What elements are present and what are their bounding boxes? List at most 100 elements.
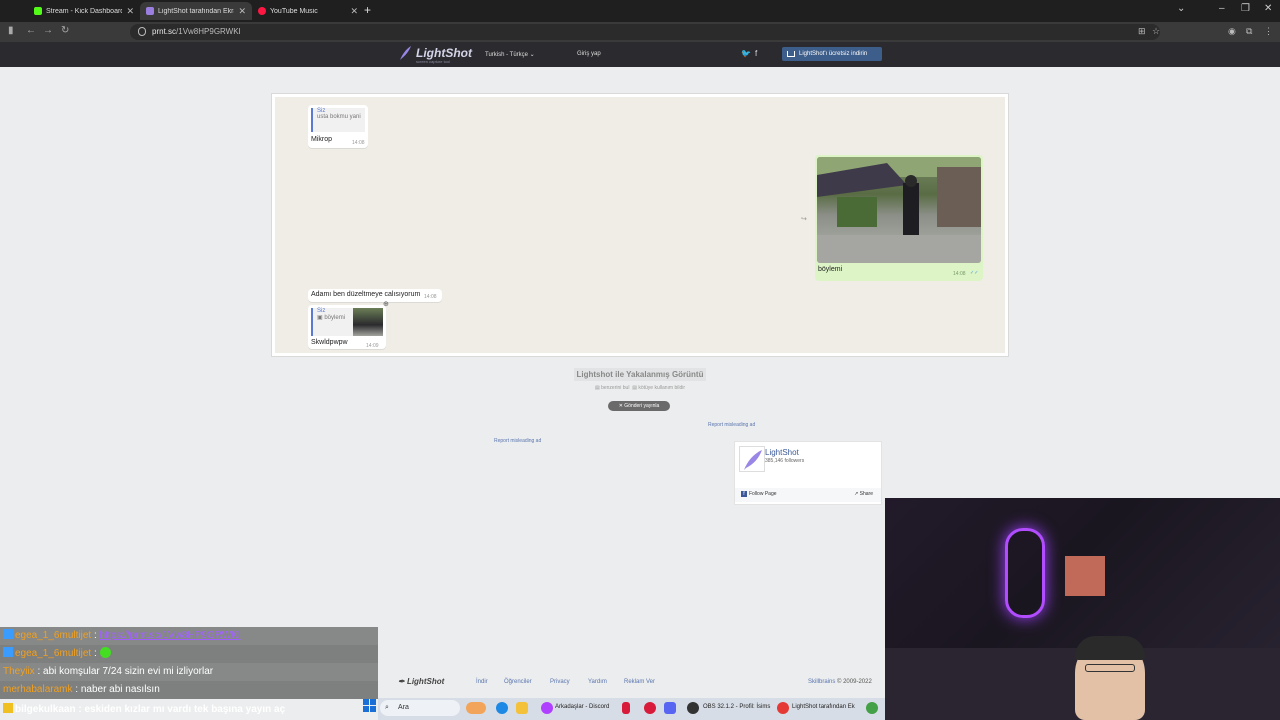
chat-username: merhabalaramk <box>3 684 73 695</box>
chat-message: Theyiix : abi komşular 7/24 sizin evi mi… <box>0 663 378 681</box>
tweet-button[interactable]: ✕ Gönderi yayınla <box>608 401 670 411</box>
fb-page-name[interactable]: LightShot <box>765 448 799 457</box>
footer-link-privacy[interactable]: Privacy <box>550 679 570 685</box>
file-explorer-icon[interactable] <box>516 702 528 714</box>
close-icon[interactable]: ✕ <box>238 6 246 17</box>
discord-icon[interactable] <box>664 702 676 714</box>
emote-icon <box>99 647 111 658</box>
fb-followers: 385,146 followers <box>765 458 805 464</box>
url-host: prnt.sc <box>152 27 177 36</box>
widget-icon[interactable] <box>466 702 486 714</box>
find-similar-link[interactable]: benzerini bul <box>601 385 629 391</box>
tab-kick-dashboard[interactable]: Stream - Kick Dashboard ✕ <box>28 2 140 20</box>
lightshot-task-label[interactable]: LightShot tarafından Ek <box>792 704 855 710</box>
url-input[interactable]: prnt.sc/1Vw8HP9GRWKI <box>130 24 1160 40</box>
download-icon <box>787 51 795 57</box>
sidebar-toggle-icon[interactable]: ▮ <box>8 25 14 36</box>
caption-links: ▤ benzerini bul ▤ kötüye kullanım bildir <box>0 385 1280 391</box>
chat-link: https://prnt.sc/1Vw8HP9GRWKI <box>99 630 241 641</box>
chat-badge-icon <box>3 647 13 657</box>
chat-bubble: Adamı ben düzeltmeye calısıyorum 14:08 <box>308 289 442 302</box>
message-text: Skwldpwpw <box>311 339 348 346</box>
url-path: /1Vw8HP9GRWKI <box>176 27 241 36</box>
close-icon[interactable]: ✕ <box>350 6 358 17</box>
report-ad-link[interactable]: Report misleading ad <box>494 438 541 444</box>
chat-text: : eskiden kızlar mı vardı tek başına yay… <box>75 704 286 715</box>
chat-text: abi komşular 7/24 sizin evi mi izliyorla… <box>43 666 214 677</box>
share-button[interactable]: ↗ Share <box>854 491 873 497</box>
forward-icon[interactable]: → <box>43 25 53 36</box>
language-select[interactable]: Turkish - Türkçe ⌄ <box>485 51 535 58</box>
chat-message: egea_1_6multijet : https://prnt.sc/1Vw8H… <box>0 627 378 645</box>
browser-icon[interactable] <box>777 702 789 714</box>
chat-message: bilgekulkaan : eskiden kızlar mı vardı t… <box>0 701 378 719</box>
chat-screenshot-content: Siz usta bokmu yani Mikrop 14:08 ↪ böyle… <box>275 97 1005 353</box>
restore-icon[interactable]: ❐ <box>1241 3 1250 14</box>
message-time: 14:08 <box>352 140 365 146</box>
footer-link-advertise[interactable]: Reklam Ver <box>624 679 655 685</box>
tab-label: Stream - Kick Dashboard <box>46 7 123 15</box>
twitter-icon[interactable]: 🐦 <box>741 49 751 58</box>
profile-icon[interactable]: ◉ <box>1228 26 1236 37</box>
footer-link-download[interactable]: İndir <box>476 679 488 685</box>
discord-icon[interactable] <box>541 702 553 714</box>
background-window <box>1065 556 1105 596</box>
download-button[interactable]: LightShot'ı ücretsiz indirin <box>782 47 882 61</box>
neon-light <box>1005 528 1045 618</box>
chat-message: egea_1_6multijet : <box>0 645 378 663</box>
chat-message: merhabalaramk : naber abi nasılsın <box>0 681 378 699</box>
minimize-icon[interactable]: – <box>1219 3 1225 14</box>
close-icon[interactable]: ✕ <box>126 6 134 17</box>
bookmark-star-icon[interactable]: ☆ <box>1152 26 1160 37</box>
facebook-icon[interactable]: f <box>755 49 757 58</box>
site-info-icon[interactable] <box>138 27 146 36</box>
reload-icon[interactable]: ↻ <box>61 25 69 36</box>
taskbar-search[interactable]: ⌕ Ara <box>380 700 460 716</box>
tab-lightshot[interactable]: LightShot tarafından Ekran Görü ✕ <box>140 2 252 20</box>
discord-task-label[interactable]: Arkadaşlar - Discord <box>555 704 609 710</box>
footer-link-students[interactable]: Öğrenciler <box>504 679 532 685</box>
chat-bubble: Siz ▣ böylemi Skwldpwpw 14:09 <box>308 305 386 349</box>
browser-tab-bar: Stream - Kick Dashboard ✕ LightShot tara… <box>0 0 1280 22</box>
login-link[interactable]: Giriş yap <box>577 51 601 57</box>
footer-logo[interactable]: ✒ LightShot <box>398 677 444 686</box>
footer-copyright: Skillbrains © 2009-2022 <box>808 679 872 685</box>
obs-icon[interactable] <box>687 702 699 714</box>
report-abuse-link[interactable]: kötüye kullanım bildir <box>638 385 685 391</box>
chat-username: egea_1_6multijet <box>15 630 92 641</box>
menu-icon[interactable]: ⋮ <box>1264 26 1273 37</box>
skillbrains-link[interactable]: Skillbrains <box>808 679 835 685</box>
report-ad-link[interactable]: Report misleading ad <box>708 422 755 428</box>
edge-icon[interactable] <box>496 702 508 714</box>
lightshot-logo[interactable]: LightShot screen capture tool <box>398 45 472 64</box>
obs-task-label[interactable]: OBS 32.1.2 - Profil: İsims <box>703 704 770 710</box>
fb-actions: f Follow Page ↗ Share <box>735 488 881 502</box>
footer-link-help[interactable]: Yardım <box>588 679 607 685</box>
new-tab-icon[interactable]: + <box>364 3 371 17</box>
read-checkmark-icon: ✓✓ <box>970 270 979 276</box>
screenshot-caption: Lightshot ile Yakalanmış Görüntü <box>0 368 1280 381</box>
app-icon[interactable] <box>644 702 656 714</box>
message-time: 14:08 <box>953 271 966 277</box>
screenshot-image: Siz usta bokmu yani Mikrop 14:08 ↪ böyle… <box>271 93 1009 357</box>
lightshot-favicon-icon <box>146 7 154 15</box>
follow-page-button[interactable]: f Follow Page <box>741 491 777 497</box>
language-label: Turkish - Türkçe <box>485 52 529 58</box>
tab-youtube-music[interactable]: YouTube Music ✕ <box>252 2 364 20</box>
youtube-music-favicon-icon <box>258 7 266 15</box>
chat-badge-icon <box>3 703 13 713</box>
tab-list-chevron-icon[interactable]: ⌄ <box>1177 3 1185 14</box>
lightshot-footer: ✒ LightShot İndir Öğrenciler Privacy Yar… <box>378 672 886 694</box>
back-icon[interactable]: ← <box>26 25 36 36</box>
quote-text: böylemi <box>324 315 346 321</box>
app-icon[interactable] <box>866 702 878 714</box>
chat-username: egea_1_6multijet <box>15 648 92 659</box>
footer-logo-text: LightShot <box>406 677 445 686</box>
app-icon[interactable] <box>622 702 630 714</box>
translate-icon[interactable]: ⊞ <box>1138 26 1146 37</box>
window-close-icon[interactable]: ✕ <box>1264 3 1272 14</box>
extensions-icon[interactable]: ⧉ <box>1246 26 1252 37</box>
reply-quote: Siz ▣ böylemi <box>311 308 383 336</box>
webcam-overlay <box>885 498 1280 720</box>
tab-label: YouTube Music <box>270 7 318 15</box>
